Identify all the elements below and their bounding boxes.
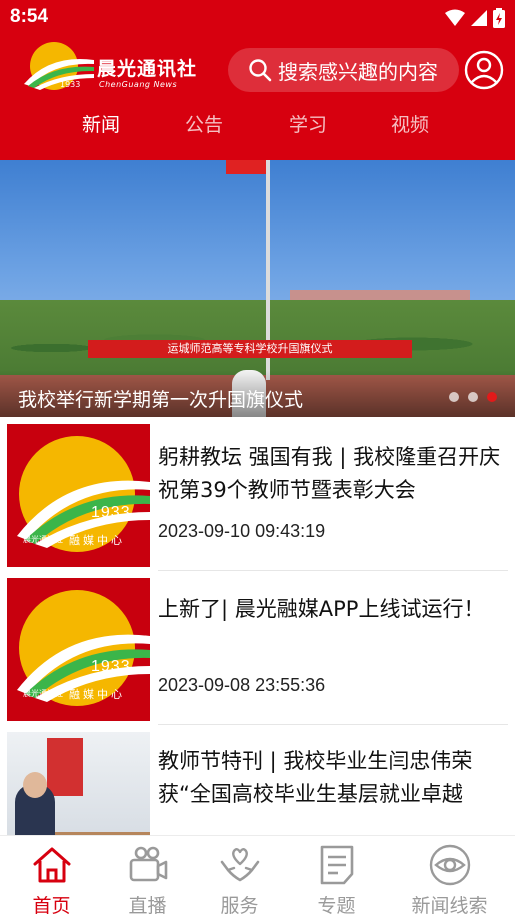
nav-topics[interactable]: 专题: [285, 836, 388, 917]
brand-logo[interactable]: 1933 晨光通讯社 ChenGuang News: [20, 40, 200, 94]
brand-name: 晨光通讯社: [97, 59, 198, 80]
banner-slogan: 运城师范高等专科学校升国旗仪式: [88, 340, 412, 358]
banner-caption: 我校举行新学期第一次升国旗仪式: [18, 389, 304, 411]
thumbnail-year: 1933: [91, 658, 131, 675]
brand-subtitle: ChenGuang News: [99, 80, 178, 89]
carousel-indicator: [449, 392, 497, 402]
nav-live[interactable]: 直播: [96, 836, 199, 917]
search-icon: [249, 59, 272, 82]
status-bar: 8:54: [0, 0, 515, 36]
flag: [226, 160, 266, 174]
thumbnail-year: 1933: [91, 504, 131, 521]
thumbnail-media-center: 融媒中心: [69, 534, 125, 547]
status-time: 8:54: [10, 6, 49, 27]
nav-label: 首页: [32, 895, 71, 917]
photo-person-head: [23, 772, 47, 798]
wifi-icon: [445, 9, 465, 26]
list-item[interactable]: 1933 晨光通讯社 融媒中心 躬耕教坛 强国有我 | 我校隆重召开庆祝第39个…: [0, 417, 515, 571]
tab-video[interactable]: 视频: [391, 110, 429, 137]
thumbnail-media-center: 融媒中心: [69, 688, 125, 701]
nav-label: 服务: [220, 895, 259, 917]
nav-label: 专题: [317, 895, 356, 917]
battery-icon: [493, 8, 505, 28]
tab-announcements[interactable]: 公告: [185, 110, 223, 137]
thumbnail-brand: 晨光通讯社: [23, 689, 63, 698]
news-title: 教师节特刊 | 我校毕业生闫忠伟荣获“全国高校毕业生基层就业卓越: [158, 749, 473, 806]
brand-year: 1933: [60, 80, 81, 89]
app-header: 8:54 1933 晨光通讯社 ChenGuang News 搜索感兴趣的内容 …: [0, 0, 515, 160]
search-input[interactable]: 搜索感兴趣的内容: [228, 48, 459, 92]
tab-study[interactable]: 学习: [289, 110, 327, 137]
news-thumbnail: [7, 732, 150, 835]
carousel-dot[interactable]: [449, 392, 459, 402]
news-list: 1933 晨光通讯社 融媒中心 躬耕教坛 强国有我 | 我校隆重召开庆祝第39个…: [0, 417, 515, 835]
news-timestamp: 2023-09-08 23:55:36: [158, 675, 326, 695]
nav-news-tips[interactable]: 新闻线索: [398, 836, 501, 917]
news-title: 上新了| 晨光融媒APP上线试运行！: [158, 597, 485, 621]
news-tip-eye-icon: [429, 844, 471, 886]
service-hands-icon: [220, 848, 260, 882]
topic-document-icon: [320, 845, 354, 885]
nav-label: 直播: [128, 895, 167, 917]
tab-news[interactable]: 新闻: [82, 110, 120, 137]
home-icon: [33, 847, 71, 883]
sun-logo-icon: [24, 42, 94, 90]
status-icons: [445, 8, 505, 28]
nav-label: 新闻线索: [411, 895, 488, 917]
signal-icon: [471, 10, 487, 26]
app-screen: 8:54 1933 晨光通讯社 ChenGuang News 搜索感兴趣的内容 …: [0, 0, 515, 917]
live-camera-icon: [129, 846, 168, 882]
list-item[interactable]: 1933 晨光通讯社 融媒中心 上新了| 晨光融媒APP上线试运行！ 2023-…: [0, 571, 515, 725]
photo-pennant: [47, 738, 83, 796]
list-item[interactable]: 教师节特刊 | 我校毕业生闫忠伟荣获“全国高校毕业生基层就业卓越: [0, 725, 515, 835]
thumbnail-brand: 晨光通讯社: [23, 535, 63, 544]
search-placeholder: 搜索感兴趣的内容: [278, 59, 438, 84]
carousel-dot[interactable]: [468, 392, 478, 402]
user-avatar-icon[interactable]: [464, 50, 504, 90]
news-title: 躬耕教坛 强国有我 | 我校隆重召开庆祝第39个教师节暨表彰大会: [158, 445, 501, 502]
nav-home[interactable]: 首页: [0, 836, 103, 917]
nav-service[interactable]: 服务: [188, 836, 291, 917]
news-timestamp: 2023-09-10 09:43:19: [158, 521, 326, 541]
banner-carousel[interactable]: 运城师范高等专科学校升国旗仪式 我校举行新学期第一次升国旗仪式: [0, 160, 515, 417]
news-thumbnail: 1933 晨光通讯社 融媒中心: [7, 578, 150, 721]
category-tabs: 新闻 公告 学习 视频: [0, 110, 515, 146]
bottom-navigation: 首页 直播 服务 专题 新闻线索: [0, 835, 515, 917]
news-thumbnail: 1933 晨光通讯社 融媒中心: [7, 424, 150, 567]
carousel-dot-active[interactable]: [487, 392, 497, 402]
